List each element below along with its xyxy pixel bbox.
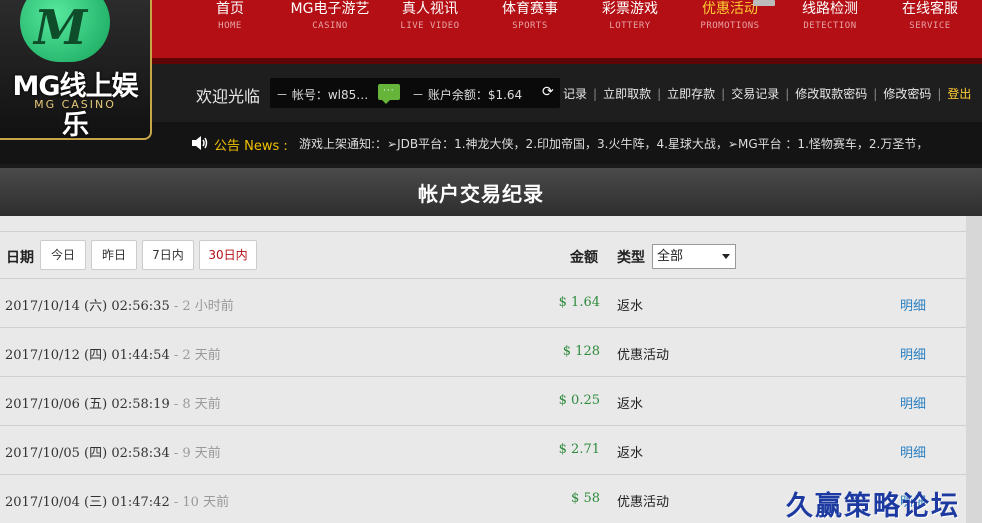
row-date: 2017/10/14 (六) 02:56:35 — [5, 299, 170, 314]
table-row: 2017/10/05 (四) 02:58:34 - 9 天前 $ 2.71 返水… — [0, 426, 966, 475]
nav-live-video-label: 真人视讯 — [402, 1, 458, 17]
nav-home-sub: HOME — [218, 21, 242, 31]
row-date: 2017/10/04 (三) 01:47:42 — [5, 495, 170, 510]
notice-text: 游戏上架通知:：➢JDB平台：1.神龙大侠，2.印加帝国，3.火牛阵，4.星球大… — [299, 137, 929, 151]
row-amount: $ 1.64 — [558, 295, 600, 310]
nav-service-label: 在线客服 — [902, 1, 958, 17]
forum-watermark: 久赢策略论坛 — [786, 491, 960, 522]
table-row: 2017/10/14 (六) 02:56:35 - 2 小时前 $ 1.64 返… — [0, 279, 966, 328]
row-type: 返水 — [617, 446, 644, 461]
row-type: 优惠活动 — [617, 348, 670, 363]
row-ago: - 10 天前 — [169, 495, 230, 510]
row-datetime: 2017/10/04 (三) 01:47:42 - 10 天前 — [5, 491, 229, 510]
nav-lottery[interactable]: 彩票游戏 LOTTERY — [580, 0, 680, 32]
account-box: － 帐号：wl85… ··· － 账户余额：$1.64 ⟳ — [270, 78, 560, 108]
notice-label: 公告 News : — [214, 139, 288, 154]
row-amount: $ 128 — [562, 344, 600, 359]
transaction-panel: 帐户交易纪录 日期 今日 昨日 7日内 30日内 金额 类型 全部 2017/1… — [0, 168, 982, 523]
row-amount: $ 58 — [571, 491, 600, 506]
nav-lottery-sub: LOTTERY — [609, 21, 651, 31]
account-label-text: － 帐号： — [276, 88, 328, 102]
link-transactions[interactable]: 交易记录 — [725, 85, 785, 102]
page-title: 帐户交易纪录 — [418, 182, 544, 206]
nav-casino[interactable]: MG电子游艺 CASINO — [280, 0, 380, 32]
logo[interactable]: M MG线上娱乐 MG CASINO — [0, 0, 152, 141]
row-ago: - 9 天前 — [169, 446, 221, 461]
row-datetime: 2017/10/05 (四) 02:58:34 - 9 天前 — [5, 442, 221, 461]
row-detail-link[interactable]: 明细 — [900, 344, 926, 363]
balance-label-text: － 账户余额： — [412, 88, 488, 102]
row-date: 2017/10/05 (四) 02:58:34 — [5, 446, 170, 461]
link-withdraw[interactable]: 立即取款 — [597, 85, 657, 102]
nav-detection-sub: DETECTION — [803, 21, 857, 31]
refresh-icon[interactable]: ⟳ — [542, 84, 554, 100]
nav-detection[interactable]: 线路检测 DETECTION — [780, 0, 880, 32]
nav-service-sub: SERVICE — [909, 21, 951, 31]
logo-en-text: MG CASINO — [34, 98, 116, 111]
row-date: 2017/10/12 (四) 01:44:54 — [5, 348, 170, 363]
link-records[interactable]: 记录 — [557, 85, 593, 102]
row-ago: - 2 天前 — [169, 348, 221, 363]
row-ago: - 2 小时前 — [169, 299, 234, 314]
message-icon[interactable]: ··· — [378, 84, 400, 104]
nav-casino-sub: CASINO — [312, 21, 348, 31]
speaker-icon — [192, 136, 208, 150]
row-type: 优惠活动 — [617, 495, 670, 510]
welcome-text: 欢迎光临 — [196, 87, 261, 106]
filter-today-button[interactable]: 今日 — [40, 240, 86, 270]
filter-30days-button[interactable]: 30日内 — [199, 240, 257, 270]
balance-label: － 账户余额：$1.64 — [412, 86, 522, 103]
nav-casino-label: MG电子游艺 — [290, 1, 370, 17]
nav-lottery-label: 彩票游戏 — [602, 1, 658, 17]
filter-row: 日期 今日 昨日 7日内 30日内 金额 类型 全部 — [0, 231, 966, 279]
row-date: 2017/10/06 (五) 02:58:19 — [5, 397, 170, 412]
filter-7days-button[interactable]: 7日内 — [142, 240, 194, 270]
nav-live-video-sub: LIVE VIDEO — [400, 21, 460, 31]
account-links: 记录 | 立即取款 | 立即存款 | 交易记录 | 修改取款密码 | 修改密码 | 登出 — [557, 85, 977, 102]
row-detail-link[interactable]: 明细 — [900, 393, 926, 412]
link-deposit[interactable]: 立即存款 — [661, 85, 721, 102]
table-row: 2017/10/12 (四) 01:44:54 - 2 天前 $ 128 优惠活… — [0, 328, 966, 377]
chevron-down-icon — [722, 254, 730, 259]
nav-home[interactable]: 首页 HOME — [180, 0, 280, 32]
type-select-value: 全部 — [657, 249, 684, 264]
amount-header: 金额 — [570, 250, 598, 266]
nav-live-video[interactable]: 真人视讯 LIVE VIDEO — [380, 0, 480, 32]
nav-sports[interactable]: 体育赛事 SPORTS — [480, 0, 580, 32]
balance-value: $1.64 — [487, 88, 523, 102]
nav-sports-sub: SPORTS — [512, 21, 548, 31]
account-label: － 帐号：wl85… — [276, 86, 368, 103]
row-detail-link[interactable]: 明细 — [900, 295, 926, 314]
row-datetime: 2017/10/12 (四) 01:44:54 - 2 天前 — [5, 344, 221, 363]
account-value: wl85… — [327, 88, 369, 102]
hot-badge-icon — [753, 0, 775, 6]
row-ago: - 8 天前 — [169, 397, 221, 412]
type-header: 类型 — [617, 250, 645, 266]
link-change-withdraw-password[interactable]: 修改取款密码 — [789, 85, 873, 102]
row-detail-link[interactable]: 明细 — [900, 442, 926, 461]
logo-mark: M — [34, 0, 88, 56]
row-datetime: 2017/10/06 (五) 02:58:19 - 8 天前 — [5, 393, 221, 412]
row-amount: $ 2.71 — [558, 442, 600, 457]
panel-edge — [966, 216, 982, 523]
nav-promotions-sub: PROMOTIONS — [700, 21, 760, 31]
panel-header: 帐户交易纪录 — [0, 168, 982, 216]
date-filter-label: 日期 — [6, 250, 34, 266]
row-type: 返水 — [617, 299, 644, 314]
nav-home-label: 首页 — [216, 1, 244, 17]
row-amount: $ 0.25 — [558, 393, 600, 408]
logout-link[interactable]: 登出 — [941, 85, 977, 102]
nav-sports-label: 体育赛事 — [502, 1, 558, 17]
table-row: 2017/10/06 (五) 02:58:19 - 8 天前 $ 0.25 返水… — [0, 377, 966, 426]
filter-yesterday-button[interactable]: 昨日 — [91, 240, 137, 270]
nav-detection-label: 线路检测 — [802, 1, 858, 17]
type-select[interactable]: 全部 — [652, 244, 736, 269]
row-datetime: 2017/10/14 (六) 02:56:35 - 2 小时前 — [5, 295, 234, 314]
row-type: 返水 — [617, 397, 644, 412]
nav-service[interactable]: 在线客服 SERVICE — [880, 0, 980, 32]
link-change-password[interactable]: 修改密码 — [877, 85, 937, 102]
